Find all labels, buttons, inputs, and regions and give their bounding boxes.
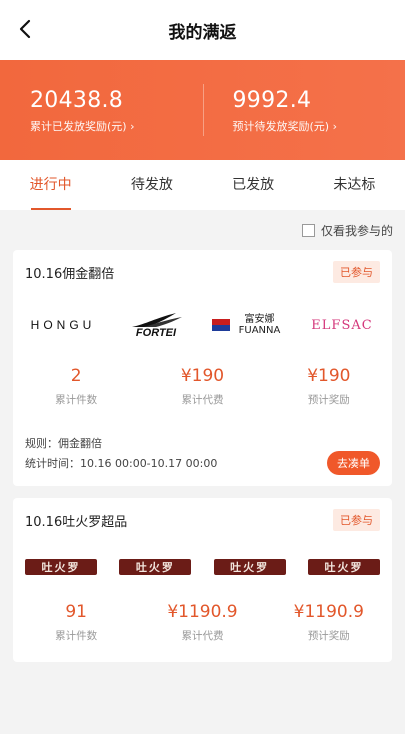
campaign-card[interactable]: 10.16吐火罗超品 已参与 吐火罗 吐火罗 吐火罗 吐火罗 91 累计件数 ¥… (13, 498, 392, 662)
stat-label: 累计代费 (181, 394, 224, 406)
brand-logo: ELFSAC (311, 317, 373, 333)
stat-item: 91 累计件数 (13, 602, 139, 662)
reward-summary-banner: 20438.8 累计已发放奖励(元) › 9992.4 预计待发放奖励(元) › (0, 60, 405, 160)
brand-logo-row: 吐火罗 吐火罗 吐火罗 吐火罗 (13, 542, 392, 592)
brand-logo: 吐火罗 (119, 559, 192, 575)
checkbox[interactable] (301, 223, 315, 237)
stat-item: 2 累计件数 (13, 366, 139, 426)
stat-item: ¥190 预计奖励 (266, 366, 392, 426)
stat-value: ¥1190.9 (293, 602, 364, 622)
stat-item: ¥1190.9 累计代费 (139, 602, 265, 662)
stat-value: ¥190 (307, 366, 351, 386)
issued-reward-summary[interactable]: 20438.8 累计已发放奖励(元) › (0, 60, 203, 160)
tab-issued[interactable]: 已发放 (203, 160, 304, 210)
stat-value: ¥190 (180, 366, 225, 386)
stat-label: 预计奖励 (307, 630, 350, 642)
pending-reward-summary[interactable]: 9992.4 预计待发放奖励(元) › (202, 60, 405, 160)
stat-item: ¥1190.9 预计奖励 (266, 602, 392, 662)
stat-label: 累计件数 (55, 394, 98, 406)
chevron-left-icon (19, 19, 31, 39)
brand-logo: 吐火罗 (25, 559, 97, 575)
brand-logo: FORTEI (114, 308, 198, 342)
pending-reward-label: 预计待发放奖励(元) › (232, 120, 337, 133)
tab-in-progress[interactable]: 进行中 (0, 160, 101, 210)
stat-value: 91 (65, 602, 87, 622)
tab-pending[interactable]: 待发放 (101, 160, 202, 210)
flag-mark (211, 319, 230, 331)
tab-not-reached[interactable]: 未达标 (304, 160, 405, 210)
brand-logo: HONGU (30, 318, 96, 332)
go-shop-button[interactable]: 去凑单 (327, 451, 380, 475)
brand-logo: 吐火罗 (307, 559, 380, 575)
status-badge: 已参与 (333, 261, 380, 283)
stats-row: 91 累计件数 ¥1190.9 累计代费 ¥1190.9 预计奖励 (13, 592, 392, 662)
campaign-rule: 规则：佣金翻倍 (25, 437, 102, 450)
back-button[interactable] (10, 14, 40, 44)
page-title: 我的满返 (168, 22, 237, 43)
stat-label: 累计件数 (55, 630, 98, 642)
participated-filter-label: 仅看我参与的 (320, 223, 393, 238)
issued-reward-amount: 20438.8 (30, 88, 124, 113)
brand-logo: 富安娜 FUANNA (207, 308, 291, 342)
stat-label: 累计代费 (181, 630, 224, 642)
stat-value: ¥1190.9 (167, 602, 238, 622)
stat-item: ¥190 累计代费 (139, 366, 265, 426)
stat-value: 2 (70, 366, 82, 386)
status-badge: 已参与 (333, 509, 380, 531)
brand-logo: 吐火罗 (213, 559, 286, 575)
wing-logo-mark (132, 312, 182, 327)
status-tabs: 进行中 待发放 已发放 未达标 (0, 160, 405, 210)
campaign-title: 10.16吐火罗超品 (25, 514, 128, 530)
campaign-card[interactable]: 10.16佣金翻倍 已参与 HONGU FORTEI 富安娜 FUANNA EL… (13, 250, 392, 486)
brand-logo-row: HONGU FORTEI 富安娜 FUANNA ELFSAC (13, 294, 392, 356)
stats-row: 2 累计件数 ¥190 累计代费 ¥190 预计奖励 (13, 356, 392, 426)
campaign-meta: 规则：佣金翻倍 统计时间：10.16 00:00-10.17 00:00 去凑单 (13, 426, 392, 486)
campaign-title: 10.16佣金翻倍 (25, 266, 115, 282)
issued-reward-label: 累计已发放奖励(元) › (30, 120, 135, 133)
participated-filter[interactable]: 仅看我参与的 (0, 210, 405, 250)
top-nav-bar: 我的满返 (0, 0, 405, 60)
pending-reward-amount: 9992.4 (232, 88, 312, 113)
stat-label: 预计奖励 (307, 394, 350, 406)
